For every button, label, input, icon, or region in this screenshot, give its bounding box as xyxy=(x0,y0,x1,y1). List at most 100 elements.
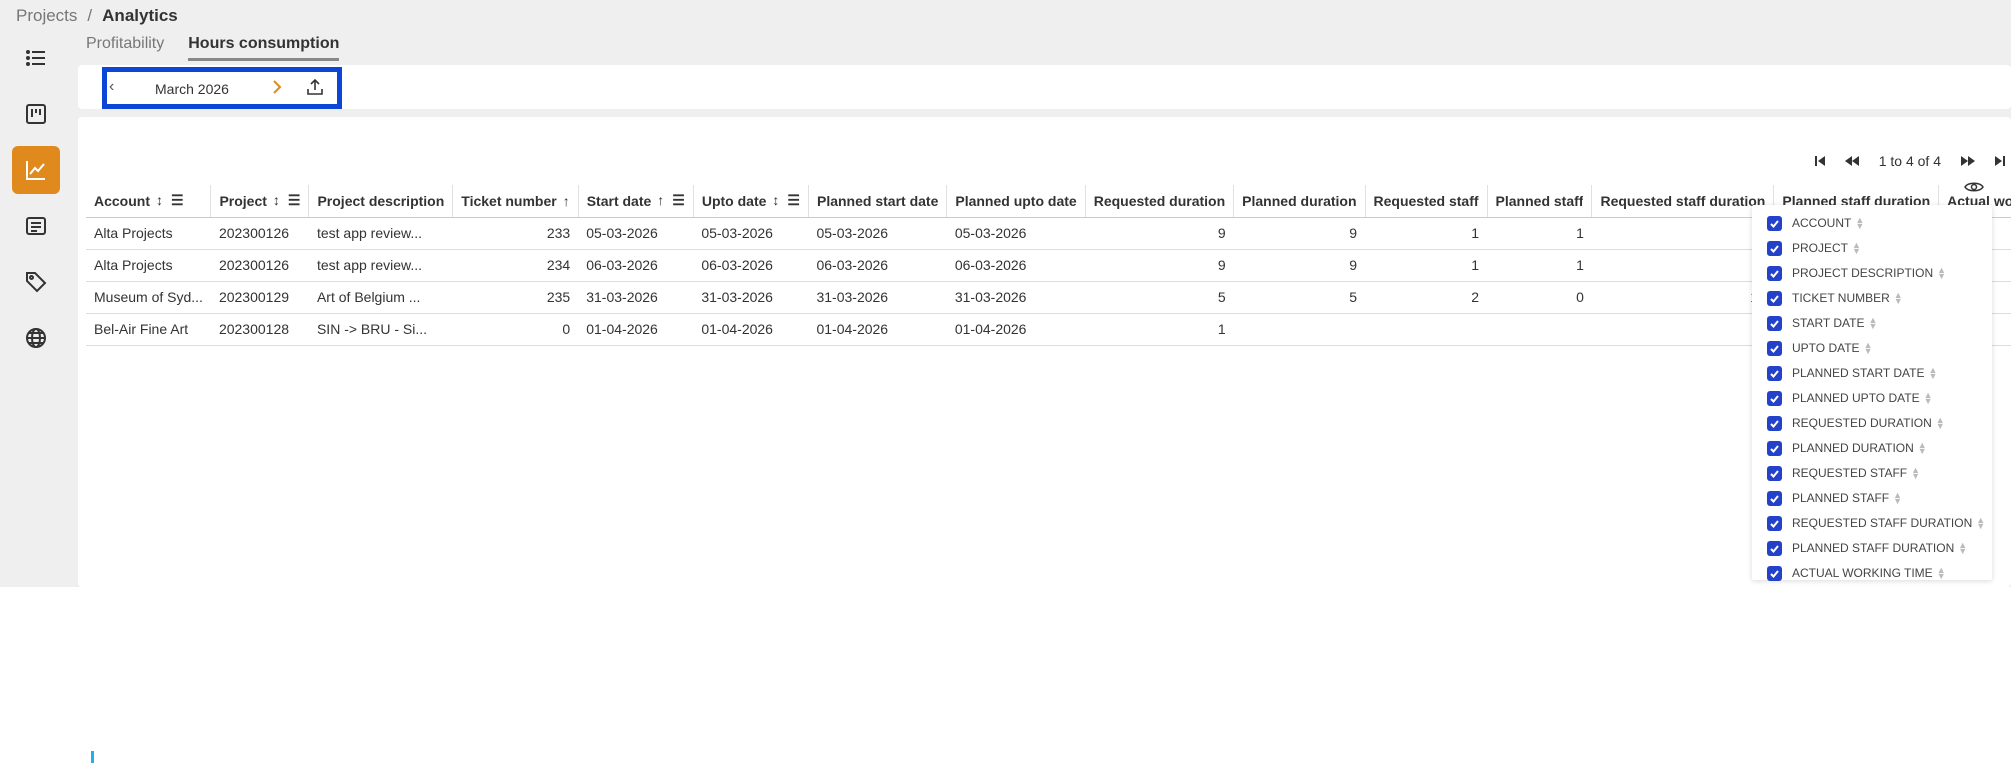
column-header-start-date[interactable]: Start date ↑ ☰ xyxy=(578,185,694,218)
sidebar-item-board[interactable] xyxy=(12,90,60,138)
table-row[interactable]: Alta Projects 202300126 test app review.… xyxy=(86,249,2011,282)
cell-upto-date: 31-03-2026 xyxy=(693,281,809,314)
column-toggle-start-date[interactable]: START DATE ▲ ▼ xyxy=(1767,313,1877,333)
cell-account: Alta Projects xyxy=(86,249,211,282)
sort-both-icon[interactable]: ↕ xyxy=(156,192,163,209)
checkbox[interactable] xyxy=(1767,290,1782,306)
column-header-requested-staff-duration[interactable]: Requested staff duration xyxy=(1591,185,1775,218)
sort-arrows-icon: ▲ ▼ xyxy=(1855,215,1865,231)
tab-hours-consumption[interactable]: Hours consumption xyxy=(188,35,340,61)
column-header-upto-date[interactable]: Upto date ↕ ☰ xyxy=(693,185,809,218)
checkmark-icon xyxy=(1770,394,1779,403)
cell-requested-duration: 9 xyxy=(1085,217,1234,250)
last-page-button[interactable] xyxy=(1989,150,2011,172)
filter-icon[interactable]: ☰ xyxy=(672,192,685,209)
previous-page-button[interactable] xyxy=(1841,150,1863,172)
column-header-planned-upto-date[interactable]: Planned upto date xyxy=(946,185,1086,218)
checkbox[interactable] xyxy=(1767,415,1782,431)
column-header-project[interactable]: Project ↕ ☰ xyxy=(210,185,310,218)
sort-both-icon[interactable]: ↕ xyxy=(772,192,779,209)
sort-up-icon[interactable]: ↑ xyxy=(563,193,570,209)
checkbox[interactable] xyxy=(1767,365,1782,381)
breadcrumb-parent[interactable]: Projects xyxy=(16,6,77,25)
checkmark-icon xyxy=(1770,369,1779,378)
column-toggle-label: UPTO DATE xyxy=(1792,341,1860,355)
checkbox[interactable] xyxy=(1767,540,1782,556)
cell-planned-upto-date: 05-03-2026 xyxy=(946,217,1086,250)
previous-month-button[interactable]: ‹ xyxy=(109,78,114,96)
column-visibility-button[interactable] xyxy=(1964,180,1984,199)
column-header-account[interactable]: Account ↕ ☰ xyxy=(86,185,212,218)
next-page-button[interactable] xyxy=(1957,150,1979,172)
checkmark-icon xyxy=(1770,319,1779,328)
next-month-button[interactable] xyxy=(269,77,285,102)
filter-icon[interactable]: ☰ xyxy=(787,192,800,209)
column-toggle-planned-start-date[interactable]: PLANNED START DATE ▲ ▼ xyxy=(1767,363,1937,383)
column-toggle-upto-date[interactable]: UPTO DATE ▲ ▼ xyxy=(1767,338,1873,358)
table-row[interactable]: Bel-Air Fine Art 202300128 SIN -> BRU - … xyxy=(86,313,2011,346)
checkmark-icon xyxy=(1770,519,1779,528)
column-toggle-requested-duration[interactable]: REQUESTED DURATION ▲ ▼ xyxy=(1767,413,1945,433)
export-button[interactable] xyxy=(305,77,325,102)
cell-planned-staff: 1 xyxy=(1487,217,1592,250)
column-header-ticket-number[interactable]: Ticket number ↑ xyxy=(452,185,579,218)
table-row[interactable]: Alta Projects 202300126 test app review.… xyxy=(86,217,2011,250)
checkbox[interactable] xyxy=(1767,465,1782,481)
column-toggle-account[interactable]: ACCOUNT ▲ ▼ xyxy=(1767,213,1864,233)
column-header-label: Ticket number xyxy=(461,192,557,209)
column-header-requested-duration[interactable]: Requested duration xyxy=(1085,185,1235,218)
column-toggle-requested-staff-duration[interactable]: REQUESTED STAFF DURATION ▲ ▼ xyxy=(1767,513,1985,533)
sort-both-icon[interactable]: ↕ xyxy=(273,192,280,209)
checkbox[interactable] xyxy=(1767,240,1782,256)
sidebar-item-globe[interactable] xyxy=(12,314,60,362)
filter-icon[interactable]: ☰ xyxy=(171,192,184,209)
cell-requested-staff: 1 xyxy=(1365,217,1488,250)
tab-profitability[interactable]: Profitability xyxy=(86,35,164,61)
rewind-icon xyxy=(1844,156,1859,166)
sort-arrows-icon: ▲ ▼ xyxy=(1893,290,1903,306)
filter-icon[interactable]: ☰ xyxy=(288,192,301,209)
breadcrumb-separator: / xyxy=(87,6,93,25)
column-toggle-planned-staff-duration[interactable]: PLANNED STAFF DURATION ▲ ▼ xyxy=(1767,538,1967,558)
table-row[interactable]: Museum of Syd... 202300129 Art of Belgiu… xyxy=(86,281,2011,314)
column-header-planned-staff[interactable]: Planned staff xyxy=(1487,185,1593,218)
checkmark-icon xyxy=(1770,544,1779,553)
sidebar-item-analytics[interactable] xyxy=(12,146,60,194)
checkbox[interactable] xyxy=(1767,490,1782,506)
column-toggle-requested-staff[interactable]: REQUESTED STAFF ▲ ▼ xyxy=(1767,463,1920,483)
sort-up-icon[interactable]: ↑ xyxy=(657,192,664,209)
column-toggle-project-description[interactable]: PROJECT DESCRIPTION ▲ ▼ xyxy=(1767,263,1946,283)
sidebar-item-documents[interactable] xyxy=(12,202,60,250)
checkbox[interactable] xyxy=(1767,265,1782,281)
checkbox[interactable] xyxy=(1767,315,1782,331)
sidebar-item-list[interactable] xyxy=(12,34,60,82)
cell-requested-staff: 1 xyxy=(1365,249,1488,282)
sidebar-item-tags[interactable] xyxy=(12,258,60,306)
column-toggle-planned-staff[interactable]: PLANNED STAFF ▲ ▼ xyxy=(1767,488,1902,508)
column-toggle-label: REQUESTED DURATION xyxy=(1792,416,1932,430)
cell-project-description: test app review... xyxy=(308,217,453,250)
first-page-button[interactable] xyxy=(1809,150,1831,172)
column-toggle-planned-upto-date[interactable]: PLANNED UPTO DATE ▲ ▼ xyxy=(1767,388,1933,408)
column-header-planned-start-date[interactable]: Planned start date xyxy=(808,185,948,218)
column-toggle-ticket-number[interactable]: TICKET NUMBER ▲ ▼ xyxy=(1767,288,1903,308)
checkbox[interactable] xyxy=(1767,565,1782,581)
checkbox[interactable] xyxy=(1767,215,1782,231)
tab-bar: Profitability Hours consumption xyxy=(86,35,340,61)
column-toggle-project[interactable]: PROJECT ▲ ▼ xyxy=(1767,238,1861,258)
page-range-text: 1 to 4 of 4 xyxy=(1878,153,1941,169)
checkmark-icon xyxy=(1770,294,1779,303)
checkbox[interactable] xyxy=(1767,515,1782,531)
checkmark-icon xyxy=(1770,569,1779,578)
checkbox[interactable] xyxy=(1767,390,1782,406)
sort-arrows-icon: ▲ ▼ xyxy=(1917,440,1927,456)
checkbox[interactable] xyxy=(1767,440,1782,456)
column-header-project-description[interactable]: Project description xyxy=(308,185,454,218)
column-header-label: Project xyxy=(219,192,267,209)
checkbox[interactable] xyxy=(1767,340,1782,356)
cell-planned-duration xyxy=(1233,313,1366,346)
column-toggle-actual-working-time[interactable]: ACTUAL WORKING TIME ▲ ▼ xyxy=(1767,563,1946,583)
column-header-requested-staff[interactable]: Requested staff xyxy=(1365,185,1488,218)
column-header-planned-duration[interactable]: Planned duration xyxy=(1233,185,1366,218)
column-toggle-planned-duration[interactable]: PLANNED DURATION ▲ ▼ xyxy=(1767,438,1927,458)
